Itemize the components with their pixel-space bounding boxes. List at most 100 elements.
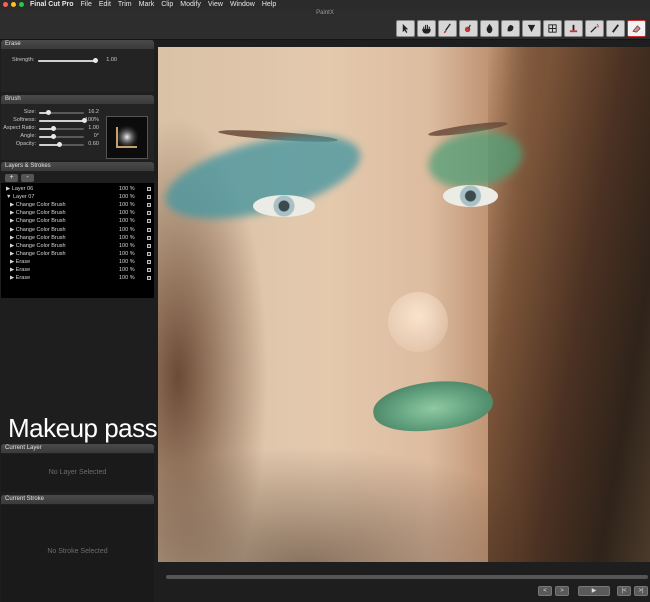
softness-slider[interactable] [39, 118, 87, 123]
go-to-end-button[interactable]: >| [634, 586, 648, 596]
menu-bar: Final Cut Pro File Edit Trim Mark Clip M… [0, 0, 650, 9]
current-layer-body: No Layer Selected [1, 454, 154, 492]
angle-slider[interactable] [39, 134, 84, 139]
strength-value: 1.00 [106, 57, 117, 63]
color-brush-icon [464, 24, 471, 33]
size-slider-knob[interactable] [46, 110, 51, 115]
menu-trim[interactable]: Trim [118, 0, 132, 9]
row-opacity: 100 % [119, 226, 135, 233]
zoom-window-button[interactable] [19, 2, 24, 7]
menu-file[interactable]: File [81, 0, 92, 9]
brush-tool[interactable] [438, 20, 457, 37]
select-arrow-tool[interactable] [396, 20, 415, 37]
size-slider[interactable] [39, 110, 84, 115]
window-controls [3, 2, 24, 7]
row-opacity: 100 % [119, 218, 135, 225]
add-layer-button[interactable]: + [5, 174, 18, 182]
aspect-ratio-slider[interactable] [39, 126, 84, 131]
no-stroke-text: No Stroke Selected [47, 548, 108, 555]
menu-modify[interactable]: Modify [180, 0, 201, 9]
row-opacity: 100 % [119, 186, 135, 192]
strength-slider[interactable] [38, 58, 98, 63]
layers-panel-title: Layers & Strokes [1, 162, 154, 171]
brush-icon [443, 23, 451, 34]
visibility-checkbox[interactable] [147, 251, 151, 256]
row-opacity: 100 % [119, 242, 135, 249]
aspect-ratio-label: Aspect Ratio: [3, 125, 36, 131]
softness-label: Softness: [13, 117, 36, 123]
layer-row[interactable]: ▼ Layer 07 100 % [1, 193, 154, 201]
stroke-row[interactable]: ▶ Change Color Brush 100 % [1, 201, 154, 209]
stroke-row[interactable]: ▶ Erase 100 % [1, 266, 154, 274]
visibility-checkbox[interactable] [147, 243, 151, 248]
drop-tool[interactable] [480, 20, 499, 37]
cone-tool[interactable] [522, 20, 541, 37]
layers-strokes-panel: Layers & Strokes [1, 162, 154, 172]
minimize-window-button[interactable] [11, 2, 16, 7]
eraser-tool[interactable] [627, 20, 646, 37]
visibility-checkbox[interactable] [147, 195, 151, 200]
row-opacity: 100 % [119, 194, 135, 201]
opacity-slider-knob[interactable] [57, 142, 63, 147]
prev-frame-button[interactable]: < [538, 586, 552, 596]
stroke-row[interactable]: ▶ Erase 100 % [1, 258, 154, 266]
menu-mark[interactable]: Mark [139, 0, 155, 9]
stroke-row[interactable]: ▶ Change Color Brush 100 % [1, 217, 154, 225]
menu-app[interactable]: Final Cut Pro [30, 0, 74, 9]
go-to-start-button[interactable]: |< [617, 586, 631, 596]
stroke-row[interactable]: ▶ Change Color Brush 100 % [1, 250, 154, 258]
smudge-tool[interactable] [501, 20, 520, 37]
right-eye [443, 185, 498, 207]
pencil-tool[interactable] [606, 20, 625, 37]
visibility-checkbox[interactable] [147, 259, 151, 264]
stroke-row[interactable]: ▶ Change Color Brush 100 % [1, 209, 154, 217]
brush-shape-preview [115, 125, 139, 149]
visibility-checkbox[interactable] [147, 203, 151, 208]
window-title: PaintX [316, 10, 334, 16]
color-brush-tool[interactable] [459, 20, 478, 37]
stroke-row[interactable]: ▶ Change Color Brush 100 % [1, 234, 154, 242]
layer-row[interactable]: ▶ Layer 06 100 % [1, 185, 154, 193]
menu-edit[interactable]: Edit [99, 0, 111, 9]
visibility-checkbox[interactable] [147, 187, 151, 191]
row-opacity: 100 % [119, 250, 135, 257]
canvas-viewer[interactable] [158, 47, 650, 562]
erase-panel-title: Erase [1, 40, 154, 49]
drop-icon [486, 23, 493, 34]
layer-buttons: + - [5, 174, 34, 182]
angle-label: Angle: [20, 133, 36, 139]
menu-view[interactable]: View [208, 0, 223, 9]
menu-window[interactable]: Window [230, 0, 255, 9]
brush-panel: Brush Size: 16.2 Softness: 100% Aspect Ratio… [1, 95, 154, 160]
grid-tool[interactable] [543, 20, 562, 37]
stroke-row[interactable]: ▶ Erase 100 % [1, 274, 154, 282]
stroke-row[interactable]: ▶ Change Color Brush 100 % [1, 226, 154, 234]
visibility-checkbox[interactable] [147, 227, 151, 232]
row-name: ▶ Erase [10, 275, 31, 282]
row-name: ▶ Change Color Brush [10, 242, 66, 249]
timeline-scrubber[interactable] [166, 575, 648, 579]
opacity-slider[interactable] [39, 142, 84, 147]
magic-wand-tool[interactable] [585, 20, 604, 37]
visibility-checkbox[interactable] [147, 276, 151, 281]
stroke-row[interactable]: ▶ Change Color Brush 100 % [1, 242, 154, 250]
visibility-checkbox[interactable] [147, 219, 151, 224]
visibility-checkbox[interactable] [147, 235, 151, 240]
hand-tool[interactable] [417, 20, 436, 37]
row-opacity: 100 % [119, 258, 135, 265]
brush-preview [106, 116, 148, 159]
menu-help[interactable]: Help [262, 0, 276, 9]
visibility-checkbox[interactable] [147, 211, 151, 216]
next-frame-button[interactable]: > [555, 586, 569, 596]
current-layer-title: Current Layer [1, 444, 154, 453]
aspect-ratio-slider-knob[interactable] [50, 126, 56, 131]
menu-clip[interactable]: Clip [161, 0, 173, 9]
close-window-button[interactable] [3, 2, 8, 7]
cone-icon [527, 24, 536, 33]
grid-icon [548, 24, 557, 33]
play-button[interactable]: ▶ [578, 586, 610, 596]
eraser-bucket-tool[interactable] [564, 20, 583, 37]
angle-slider-knob[interactable] [50, 134, 56, 139]
visibility-checkbox[interactable] [147, 268, 151, 272]
remove-layer-button[interactable]: - [21, 174, 34, 182]
